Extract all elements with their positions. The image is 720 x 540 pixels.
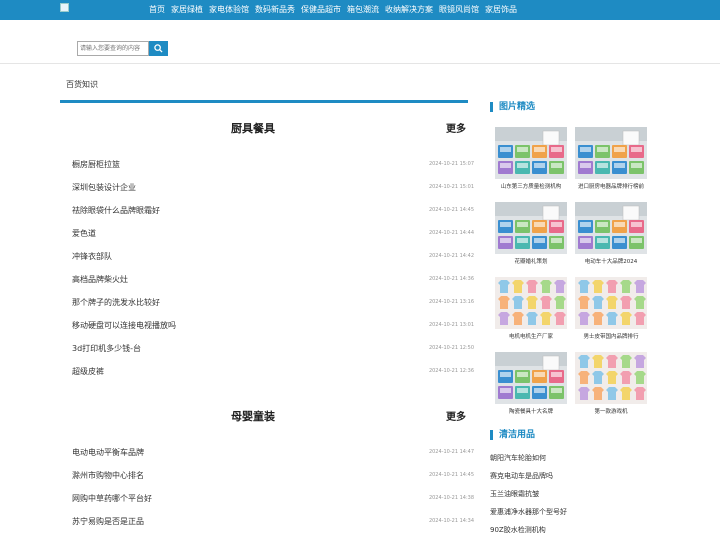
nav-item-7[interactable]: 眼镜风尚馆 [436,0,482,20]
list-item[interactable]: 移动硬盘可以连接电视播放吗 2024-10-21 13:01 [72,320,474,334]
search-button[interactable] [149,41,168,56]
article-title[interactable]: 苏宁易购是否是正品 [72,516,144,527]
list-item[interactable]: 超级皮裤 2024-10-21 12:36 [72,366,474,380]
picture-caption[interactable]: 进口厨房电器品牌排行榜前 [575,182,647,190]
list-item[interactable]: 祛除眼袋什么品牌眼霜好 2024-10-21 14:45 [72,205,474,219]
picture-thumbnail[interactable] [495,127,567,179]
picture-caption[interactable]: 花瓣婚礼策划 [495,257,567,265]
article-title[interactable]: 深圳包装设计企业 [72,182,136,193]
article-date: 2024-10-21 12:50 [428,345,474,351]
nav-item-4[interactable]: 保健品超市 [298,0,344,20]
sidebar-title-pictures: 图片精选 [490,102,535,112]
article-date: 2024-10-21 14:34 [428,518,474,524]
article-date: 2024-10-21 14:38 [428,495,474,501]
nav-item-2[interactable]: 家电体验馆 [206,0,252,20]
list-item[interactable]: 高档品牌柴火灶 2024-10-21 14:36 [72,274,474,288]
picture-card[interactable]: 山东第三方质量检测机构 [495,127,567,190]
list-item[interactable]: 爱色道 2024-10-21 14:44 [72,228,474,242]
picture-thumbnail[interactable] [495,202,567,254]
list-item[interactable]: 橱房厨柜拉篮 2024-10-21 15:07 [72,159,474,173]
sidebar-title-cleaning: 清洁用品 [490,430,535,440]
article-title[interactable]: 那个牌子的洗发水比较好 [72,297,160,308]
nav-item-3[interactable]: 数码新品秀 [252,0,298,20]
picture-caption[interactable]: 陶瓷餐具十大名牌 [495,407,567,415]
picture-card[interactable]: 花瓣婚礼策划 [495,202,567,265]
article-title[interactable]: 滁州市购物中心排名 [72,470,144,481]
article-date: 2024-10-21 13:01 [428,322,474,328]
article-title[interactable]: 高档品牌柴火灶 [72,274,128,285]
picture-card[interactable]: 电机电机生产厂家 [495,277,567,340]
picture-thumbnail[interactable] [575,277,647,329]
picture-caption[interactable]: 第一款游戏机 [575,407,647,415]
section-divider [60,100,468,103]
list-item[interactable]: 3d打印机多少钱-台 2024-10-21 12:50 [72,343,474,357]
cleaning-item[interactable]: 爱惠浦净水器那个型号好 [490,507,567,517]
list-item[interactable]: 电动电动平衡车品牌 2024-10-21 14:47 [72,447,474,461]
picture-card[interactable]: 电动车十大品牌2024 [575,202,647,265]
article-date: 2024-10-21 15:07 [428,161,474,167]
breadcrumb: 百货知识 [66,80,98,89]
picture-caption[interactable]: 电动车十大品牌2024 [575,257,647,265]
picture-thumbnail[interactable] [575,127,647,179]
article-date: 2024-10-21 14:44 [428,230,474,236]
article-date: 2024-10-21 14:47 [428,449,474,455]
site-logo[interactable] [60,3,69,12]
picture-thumbnail[interactable] [575,352,647,404]
article-title[interactable]: 冲锋衣部队 [72,251,112,262]
article-date: 2024-10-21 14:36 [428,276,474,282]
list-item[interactable]: 网购中草药哪个平台好 2024-10-21 14:38 [72,493,474,507]
nav-item-8[interactable]: 家居饰品 [482,0,520,20]
article-date: 2024-10-21 12:36 [428,368,474,374]
section-title-baby: 母婴童装 [231,410,275,423]
nav-item-1[interactable]: 家居绿植 [168,0,206,20]
cleaning-item[interactable]: 赛克电动车是品牌吗 [490,471,553,481]
picture-card[interactable]: 第一款游戏机 [575,352,647,415]
article-title[interactable]: 祛除眼袋什么品牌眼霜好 [72,205,160,216]
article-date: 2024-10-21 14:45 [428,472,474,478]
list-item[interactable]: 那个牌子的洗发水比较好 2024-10-21 13:16 [72,297,474,311]
picture-card[interactable]: 进口厨房电器品牌排行榜前 [575,127,647,190]
nav-item-0[interactable]: 首页 [146,0,168,20]
cleaning-item[interactable]: 朝阳汽车轮胎如何 [490,453,546,463]
search-row [0,20,720,64]
picture-caption[interactable]: 男士皮带国内品牌排行 [575,332,647,340]
article-title[interactable]: 电动电动平衡车品牌 [72,447,144,458]
list-item[interactable]: 深圳包装设计企业 2024-10-21 15:01 [72,182,474,196]
list-item[interactable]: 苏宁易购是否是正品 2024-10-21 14:34 [72,516,474,530]
article-title[interactable]: 橱房厨柜拉篮 [72,159,120,170]
article-date: 2024-10-21 14:42 [428,253,474,259]
picture-thumbnail[interactable] [495,352,567,404]
picture-card[interactable]: 男士皮带国内品牌排行 [575,277,647,340]
picture-thumbnail[interactable] [495,277,567,329]
nav-item-5[interactable]: 箱包潮流 [344,0,382,20]
article-title[interactable]: 爱色道 [72,228,96,239]
section-title-kitchen: 厨具餐具 [231,122,275,135]
search-icon [154,44,163,53]
article-date: 2024-10-21 13:16 [428,299,474,305]
list-item[interactable]: 滁州市购物中心排名 2024-10-21 14:45 [72,470,474,484]
list-item[interactable]: 冲锋衣部队 2024-10-21 14:42 [72,251,474,265]
article-title[interactable]: 网购中草药哪个平台好 [72,493,152,504]
article-title[interactable]: 移动硬盘可以连接电视播放吗 [72,320,176,331]
article-date: 2024-10-21 14:45 [428,207,474,213]
cleaning-item[interactable]: 90Z胶水检测机构 [490,525,546,535]
article-title[interactable]: 3d打印机多少钱-台 [72,343,141,354]
picture-caption[interactable]: 电机电机生产厂家 [495,332,567,340]
nav-item-6[interactable]: 收纳解决方案 [382,0,436,20]
top-nav-bar: 首页 家居绿植 家电体验馆 数码新品秀 保健品超市 箱包潮流 收纳解决方案 眼镜风尚馆 家居饰品 [0,0,720,20]
main-nav: 首页 家居绿植 家电体验馆 数码新品秀 保健品超市 箱包潮流 收纳解决方案 眼镜风尚馆 家居饰品 [146,0,520,20]
search-input[interactable] [77,41,149,56]
more-link-kitchen[interactable]: 更多 [446,120,466,135]
more-link-baby[interactable]: 更多 [446,408,466,423]
article-date: 2024-10-21 15:01 [428,184,474,190]
picture-caption[interactable]: 山东第三方质量检测机构 [495,182,567,190]
picture-card[interactable]: 陶瓷餐具十大名牌 [495,352,567,415]
cleaning-item[interactable]: 玉兰油眼霜抗皱 [490,489,539,499]
article-title[interactable]: 超级皮裤 [72,366,104,377]
picture-thumbnail[interactable] [575,202,647,254]
